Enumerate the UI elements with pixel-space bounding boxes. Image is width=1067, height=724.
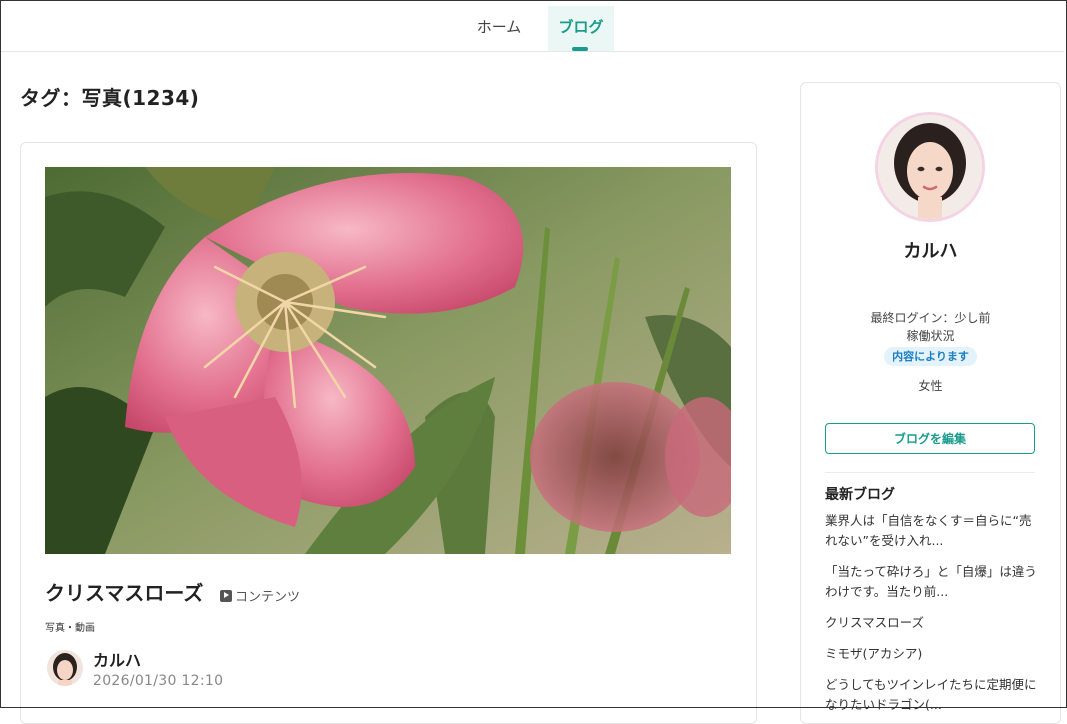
post-title[interactable]: クリスマスローズ	[45, 577, 203, 606]
page-title: タグ：写真(1234)	[20, 86, 200, 110]
author-name[interactable]: カルハ	[93, 647, 141, 671]
post-category[interactable]: 写真・動画	[45, 619, 95, 634]
recent-blogs-heading: 最新ブログ	[825, 487, 895, 503]
recent-blog-item[interactable]: どうしてもツインレイたちに定期便になりたいドラゴン(...	[825, 675, 1040, 715]
tab-home[interactable]: ホーム	[463, 6, 535, 51]
profile-sidebar: カルハ 最終ログイン：少し前 稼働状況 内容によります 女性 ブログを編集 最新…	[800, 82, 1061, 724]
profile-avatar[interactable]	[878, 115, 982, 219]
status-label: 稼働状況	[906, 329, 955, 343]
status-badge: 内容によります	[884, 347, 977, 366]
video-content-icon	[220, 589, 232, 602]
edit-blog-button[interactable]: ブログを編集	[825, 423, 1035, 454]
content-type-badge: コンテンツ	[220, 586, 300, 605]
recent-blog-item[interactable]: 業界人は「自信をなくす＝自らに“売れない”を受け入れ...	[825, 511, 1040, 551]
tab-blog-label: ブログ	[558, 18, 604, 36]
post-photo[interactable]	[45, 167, 731, 554]
recent-blog-item[interactable]: クリスマスローズ	[825, 613, 1040, 633]
gender: 女性	[918, 379, 943, 393]
author-avatar[interactable]	[47, 650, 83, 686]
divider	[825, 472, 1035, 473]
profile-name: カルハ	[903, 241, 958, 262]
content-type-label: コンテンツ	[235, 590, 301, 605]
avatar-portrait-icon	[47, 650, 83, 686]
post-date: 2026/01/30 12:10	[93, 673, 224, 689]
last-login: 最終ログイン：少し前	[870, 311, 991, 325]
post-card[interactable]: クリスマスローズ コンテンツ 写真・動画 カルハ 2026/01/30 12:1…	[20, 142, 757, 724]
profile-portrait-icon	[878, 115, 982, 219]
tab-blog[interactable]: ブログ	[548, 6, 614, 51]
recent-blogs-list: 業界人は「自信をなくす＝自らに“売れない”を受け入れ... 「当たって砕けろ」と…	[825, 511, 1040, 715]
active-tab-indicator	[572, 47, 588, 51]
recent-blog-item[interactable]: 「当たって砕けろ」と「自爆」は違うわけです。当たり前...	[825, 562, 1040, 602]
hellebore-flower-image	[45, 167, 731, 554]
top-nav: ホーム ブログ	[1, 1, 1064, 52]
recent-blog-item[interactable]: ミモザ(アカシア)	[825, 644, 1040, 664]
